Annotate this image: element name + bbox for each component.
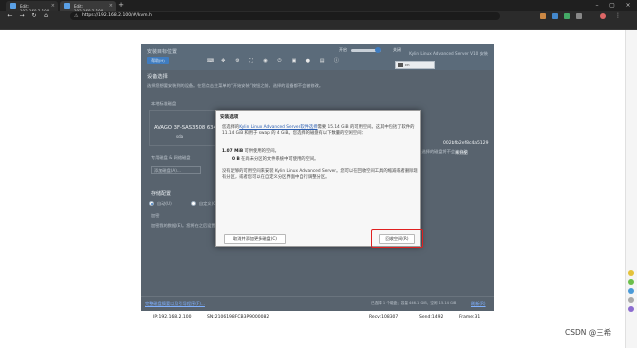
extension-icon[interactable]: [552, 13, 558, 19]
fs-space-value: 0 B: [232, 157, 240, 162]
slider-knob[interactable]: [375, 47, 381, 53]
keyboard-icon: [398, 63, 403, 67]
auto-radio[interactable]: [149, 201, 154, 206]
tab-bar: Edit: 192.168.2.100 × Edit: 192.168.2.10…: [0, 0, 637, 14]
maximize-icon[interactable]: ▢: [605, 0, 619, 11]
new-tab-button[interactable]: +: [117, 1, 125, 10]
tab-favicon: [64, 3, 70, 9]
installer-footer: 完整磁盘摘要以及引导程序(F)... 已选择 1 个磁盘；容量 446.1 Gi…: [141, 296, 494, 311]
dock-icon[interactable]: [628, 297, 634, 303]
minimize-icon[interactable]: –: [590, 0, 604, 11]
disk-name: AVAGO 3F-SAS3508 634: [154, 125, 217, 131]
tab-1[interactable]: Edit: 192.168.2.100 ×: [6, 1, 58, 14]
fullscreen-icon[interactable]: ⛶: [249, 58, 255, 64]
add-disk-button[interactable]: 添加磁盘(A)...: [151, 166, 201, 174]
installer-title: 安装目标位置: [147, 49, 178, 55]
quality-slider[interactable]: [351, 47, 381, 53]
para1-prefix: 您选择的: [222, 125, 240, 130]
power-icon[interactable]: ⏻: [277, 58, 283, 64]
lock-icon: ⚠: [74, 13, 79, 19]
dialog-title: 安装选项: [220, 115, 239, 120]
info-icon[interactable]: ⓘ: [334, 58, 340, 64]
watermark: CSDN @三希: [565, 328, 612, 337]
installer-header: 安装目标位置 帮助(H) ⌨ ✥ ⚙ ⛶ ◉ ⏻ ▣ ● ▤ ⓘ 开启 关闭 K…: [141, 44, 494, 70]
local-disks-label: 本地标准磁盘: [151, 101, 177, 106]
record-icon[interactable]: ●: [306, 58, 312, 64]
close-icon[interactable]: ×: [109, 3, 113, 9]
disk-right-free: 未分配: [455, 150, 468, 155]
media-icon[interactable]: ◉: [263, 58, 269, 64]
extension-icon[interactable]: [564, 13, 570, 19]
address-bar-row: ← → ↻ ⌂ ⚠ https://192.168.2.100/#/kvm.h …: [0, 11, 637, 21]
extension-icon[interactable]: [576, 13, 582, 19]
status-frame: Frame:31: [459, 315, 481, 320]
side-extension-dock: [626, 270, 636, 318]
section-device-hint: 选择您想要安装到的设备。在您点击主菜单的“开始安装”按钮之前，选择的设备都不会被…: [147, 83, 324, 88]
encryption-label: 加密: [151, 213, 160, 218]
menu-icon[interactable]: ⋮: [614, 12, 622, 20]
status-ip: IP:192.168.2.100: [153, 315, 192, 320]
cancel-add-disks-button[interactable]: 取消并添加更多磁盘(C): [224, 234, 286, 244]
slider-left-label: 开启: [339, 47, 347, 52]
camera-icon[interactable]: ▣: [292, 58, 298, 64]
dialog-paragraph-1: 您选择的Kylin Linux Advanced Server软件选择需要 15…: [222, 125, 418, 137]
fs-space-line: 0 B 在尚未分区的文件系统中可使用的空间。: [222, 157, 418, 163]
status-send: Send:1492: [419, 315, 444, 320]
disk-summary-link[interactable]: 完整磁盘摘要以及引导程序(F)...: [145, 301, 205, 307]
auto-label: 自动(U): [157, 201, 172, 206]
extension-icon[interactable]: [540, 13, 546, 19]
disk-selected-summary: 已选择 1 个磁盘；容量 446.1 GiB，空闲 15.14 GiB: [371, 301, 457, 305]
dialog-paragraph-3: 没有足够的可用空间来安装 Kylin Linux Advanced Server…: [222, 169, 418, 180]
mouse-icon[interactable]: ✥: [221, 58, 227, 64]
close-icon[interactable]: ×: [51, 3, 55, 9]
tab-2[interactable]: Edit: 192.168.2.100 ×: [60, 1, 116, 14]
software-selection-link[interactable]: Kylin Linux Advanced Server软件选择: [239, 125, 317, 130]
status-recv: Recv:108307: [369, 315, 399, 320]
dock-icon[interactable]: [628, 288, 634, 294]
keyboard-icon[interactable]: ⌨: [207, 58, 214, 64]
url-field[interactable]: ⚠ https://192.168.2.100/#/kvm.h: [70, 12, 500, 20]
custom-radio[interactable]: [191, 201, 196, 206]
keyboard-layout-label: cn: [405, 62, 410, 67]
back-icon[interactable]: ←: [6, 12, 14, 20]
slider-right-label: 关闭: [393, 47, 401, 52]
lock-icon[interactable]: ▤: [320, 58, 326, 64]
refresh-link[interactable]: 刷新(R): [471, 301, 486, 307]
forward-icon[interactable]: →: [18, 12, 26, 20]
section-device: 设备选择: [147, 74, 168, 80]
installation-options-dialog: 安装选项 您选择的Kylin Linux Advanced Server软件选择…: [215, 110, 421, 247]
dock-icon[interactable]: [628, 306, 634, 312]
help-button[interactable]: 帮助(H): [147, 57, 169, 64]
kvm-toolbar: ⌨ ✥ ⚙ ⛶ ◉ ⏻ ▣ ● ▤ ⓘ: [207, 47, 343, 64]
reload-icon[interactable]: ↻: [30, 12, 38, 20]
dock-icon[interactable]: [628, 279, 634, 285]
url-text: https://192.168.2.100/#/kvm.h: [82, 13, 152, 18]
storage-config-label: 存储配置: [151, 191, 172, 197]
free-space-label: 可供使用的空间。: [244, 149, 279, 154]
fs-space-label: 在尚未分区的文件系统中可使用的空间。: [241, 157, 319, 162]
home-icon[interactable]: ⌂: [42, 12, 50, 20]
disk-device: sda: [176, 134, 184, 139]
free-space-line: 1.07 MiB 可供使用的空间。: [222, 149, 418, 155]
special-disks-label: 专用磁盘 & 网络磁盘: [151, 155, 191, 160]
highlight-box: [371, 229, 423, 248]
kvm-status-bar: IP:192.168.2.100 SN:2106198FCB3P9000082 …: [141, 311, 494, 325]
settings-icon[interactable]: ⚙: [235, 58, 241, 64]
disk-right-id: 002bfb2ef8c4a5129: [443, 141, 489, 146]
dock-icon[interactable]: [628, 270, 634, 276]
profile-avatar[interactable]: [600, 13, 606, 19]
tab-favicon: [10, 3, 16, 9]
keyboard-layout[interactable]: cn: [395, 61, 435, 69]
installer-version: Kylin Linux Advanced Server V10 安装: [409, 51, 488, 56]
close-window-icon[interactable]: ×: [621, 0, 635, 11]
bookmarks-bar: Chrome宝企文档企业会员京东商家Lin英语淘宝MCENG服务文档Uke汉马文…: [0, 21, 637, 30]
free-space-value: 1.07 MiB: [222, 149, 244, 154]
status-sn: SN:2106198FCB3P9000082: [207, 315, 270, 320]
